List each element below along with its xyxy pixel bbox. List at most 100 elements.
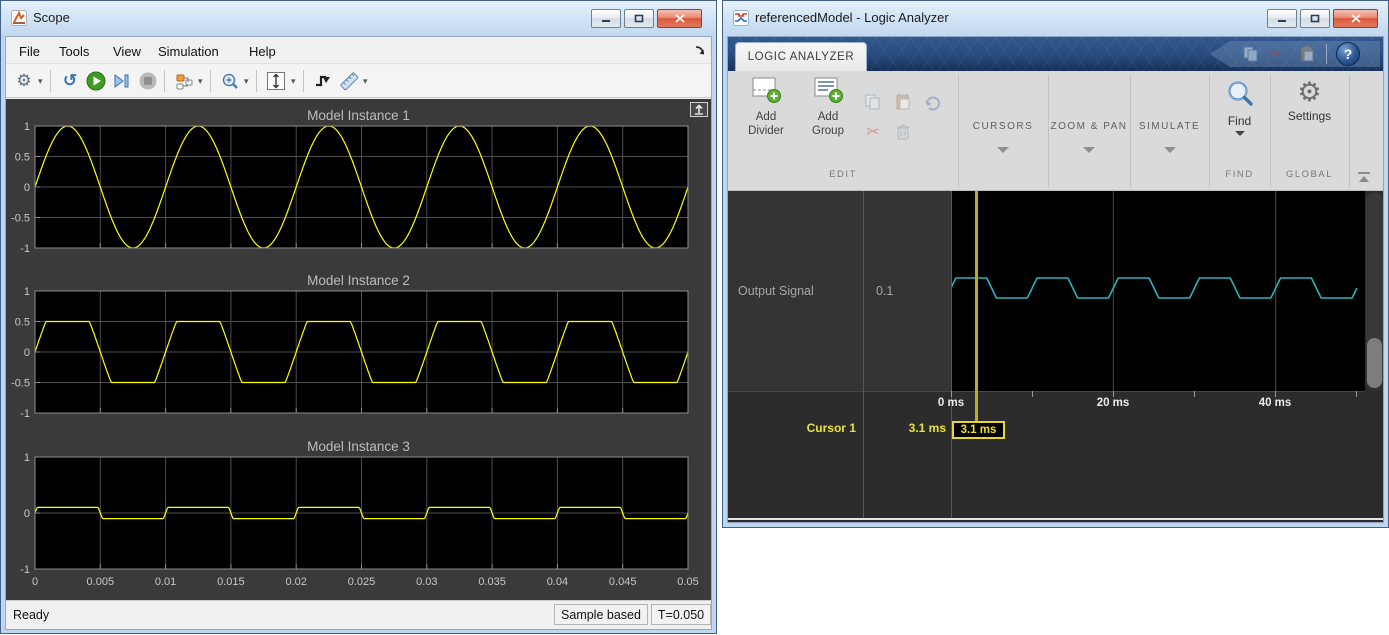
tab-logic-analyzer[interactable]: LOGIC ANALYZER	[735, 42, 867, 71]
add-group-icon	[813, 77, 843, 103]
scope-window-title: Scope	[33, 10, 70, 25]
axis-label-0ms: 0 ms	[911, 397, 991, 409]
help-button[interactable]: ?	[1336, 42, 1360, 66]
find-button[interactable]: Find	[1209, 71, 1270, 136]
find-magnifier-icon	[1225, 79, 1255, 109]
step-back-button[interactable]: ↺	[58, 69, 82, 93]
scope-maximize-button[interactable]	[624, 9, 654, 28]
blocks-caret-icon[interactable]: ▾	[198, 76, 203, 87]
cursors-section-button[interactable]: CURSORS	[958, 71, 1048, 165]
cursor-1-flag[interactable]: 3.1 ms	[952, 421, 1005, 439]
add-group-label: Add Group	[802, 111, 854, 139]
cut-icon[interactable]: ✂	[864, 123, 882, 141]
svg-text:0.045: 0.045	[609, 576, 637, 588]
settings-button[interactable]: ⚙ Settings	[1270, 71, 1349, 123]
menu-file[interactable]: File	[14, 42, 45, 61]
signal-label-column: Output Signal	[728, 191, 863, 391]
la-minimize-button[interactable]	[1267, 9, 1297, 28]
scope-axes-area[interactable]: 10.50-0.5-110.50-0.5-110-100.0050.010.01…	[6, 99, 711, 600]
highlight-simulink-block-button[interactable]	[172, 69, 196, 93]
menu-help[interactable]: Help	[244, 42, 281, 61]
add-divider-button[interactable]: Add Divider	[740, 77, 792, 139]
axis-tick-50ms	[1356, 391, 1357, 397]
trigger-icon	[314, 72, 332, 90]
column-divider-2[interactable]	[951, 191, 952, 518]
la-window-title: referencedModel - Logic Analyzer	[755, 10, 949, 25]
la-tab-row: LOGIC ANALYZER ✂ ?	[728, 37, 1383, 71]
zoom-caret-icon[interactable]: ▾	[244, 76, 249, 87]
find-dropdown-icon	[1235, 131, 1245, 136]
simulate-section-button[interactable]: SIMULATE	[1130, 71, 1209, 165]
fit-caret-icon[interactable]: ▾	[291, 76, 296, 87]
svg-text:0: 0	[24, 182, 30, 194]
stop-button[interactable]	[136, 69, 160, 93]
scope-plot-canvas: Model Instance 1 Model Instance 2 Model …	[6, 99, 711, 600]
measurements-caret-icon[interactable]: ▾	[363, 76, 368, 87]
cursor-1-line[interactable]	[975, 191, 978, 422]
trigger-button[interactable]	[311, 69, 335, 93]
svg-text:0.5: 0.5	[15, 317, 30, 329]
add-group-button[interactable]: Add Group	[802, 77, 854, 139]
la-app-icon	[733, 10, 749, 26]
svg-text:0: 0	[24, 508, 30, 520]
configuration-gear-button[interactable]: ⚙	[12, 69, 36, 93]
paste-icon[interactable]	[1298, 45, 1316, 63]
signal-name[interactable]: Output Signal	[738, 191, 856, 391]
simulate-label: SIMULATE	[1130, 121, 1209, 132]
la-plot-area[interactable]	[951, 191, 1365, 391]
svg-text:0.035: 0.035	[478, 576, 506, 588]
zoom-pan-dropdown-icon	[1083, 147, 1095, 153]
cursor-1-value: 3.1 ms	[863, 421, 946, 435]
gear-caret-icon[interactable]: ▾	[38, 76, 43, 87]
run-button[interactable]	[84, 69, 108, 93]
la-titlebar[interactable]: referencedModel - Logic Analyzer	[723, 1, 1388, 35]
quick-access-toolbar: ✂ ?	[1210, 41, 1380, 67]
column-divider-1[interactable]	[863, 191, 864, 518]
scope-toolbar: ⚙ ▾ ↺	[6, 65, 711, 98]
svg-text:-0.5: -0.5	[11, 213, 30, 225]
scope-close-button[interactable]	[657, 9, 702, 28]
la-waveform-trace	[951, 191, 1365, 391]
delete-trash-icon[interactable]	[894, 123, 912, 141]
scope-statusbar: Ready Sample based T=0.050	[6, 600, 711, 629]
copy-icon[interactable]	[864, 93, 882, 111]
zoom-in-button[interactable]	[218, 69, 242, 93]
cursor-measurements-button[interactable]	[337, 69, 361, 93]
fit-to-view-button[interactable]	[264, 69, 288, 93]
scope-titlebar[interactable]: Scope	[1, 1, 716, 35]
dock-arrow-icon[interactable]	[694, 44, 708, 58]
axis-label-20ms: 20 ms	[1073, 397, 1153, 409]
svg-text:0: 0	[24, 347, 30, 359]
menu-view[interactable]: View	[108, 42, 146, 61]
svg-text:0.04: 0.04	[547, 576, 568, 588]
menu-tools[interactable]: Tools	[54, 42, 94, 61]
svg-text:1: 1	[24, 286, 30, 298]
qat-separator	[1326, 44, 1327, 64]
redo-icon[interactable]	[924, 93, 942, 111]
la-maximize-button[interactable]	[1300, 9, 1330, 28]
step-forward-button[interactable]	[110, 69, 134, 93]
zoom-in-icon	[221, 72, 240, 91]
maximize-axes-button[interactable]	[690, 102, 708, 117]
scope-minimize-button[interactable]	[591, 9, 621, 28]
scrollbar-thumb[interactable]	[1367, 338, 1382, 388]
signal-row-divider	[728, 391, 1365, 392]
la-vertical-scrollbar[interactable]	[1366, 193, 1383, 389]
zoom-pan-label: ZOOM & PAN	[1048, 121, 1130, 132]
paste-icon[interactable]	[894, 93, 912, 111]
cut-icon[interactable]: ✂	[1270, 45, 1288, 63]
menu-simulation[interactable]: Simulation	[153, 42, 224, 61]
add-divider-icon	[751, 77, 781, 103]
la-ribbon: Add Divider Add Group ✂	[728, 71, 1383, 191]
la-close-button[interactable]	[1333, 9, 1378, 28]
close-icon	[675, 14, 685, 23]
minimize-icon	[601, 14, 611, 23]
maximize-icon	[634, 14, 644, 23]
zoom-pan-section-button[interactable]: ZOOM & PAN	[1048, 71, 1130, 165]
svg-text:0.02: 0.02	[285, 576, 306, 588]
collapse-ribbon-button[interactable]	[1356, 171, 1372, 184]
copy-icon[interactable]	[1242, 45, 1260, 63]
status-sample-mode: Sample based	[554, 604, 648, 625]
axis-label-40ms: 40 ms	[1235, 397, 1315, 409]
simulate-dropdown-icon	[1164, 147, 1176, 153]
